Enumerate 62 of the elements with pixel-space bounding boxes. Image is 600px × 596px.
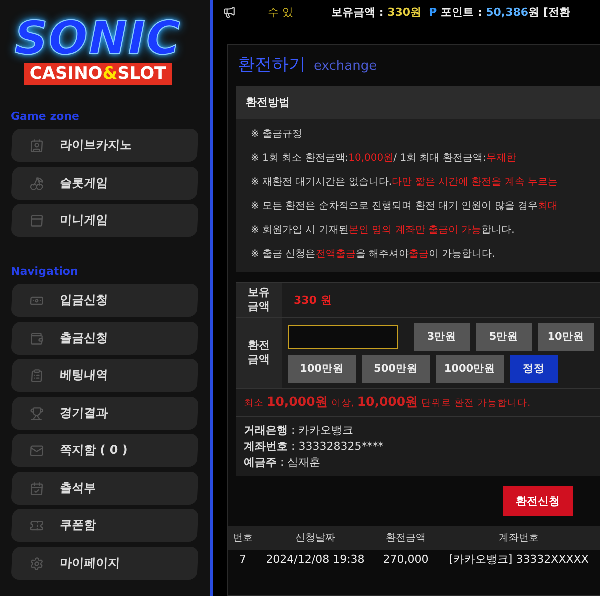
sidebar-item[interactable]: 미니게임 <box>11 204 199 237</box>
sidebar-item[interactable]: 베팅내역 <box>11 359 199 392</box>
amount-button[interactable]: 10만원 <box>538 323 594 351</box>
sidebar-item[interactable]: 슬롯게임 <box>11 166 199 200</box>
cherry-icon <box>30 176 44 190</box>
amount-button[interactable]: 3만원 <box>414 323 470 351</box>
ticket-icon <box>30 518 44 532</box>
amount-button[interactable]: 5만원 <box>476 323 532 351</box>
megaphone-icon <box>223 6 236 18</box>
mail-icon <box>30 444 44 458</box>
sidebar-item[interactable]: 출금신청 <box>11 322 199 354</box>
page-title: 환전하기 <box>238 54 306 76</box>
table-cell-text: 2024/12/08 19:38 <box>265 552 366 566</box>
logo-title: SONIC <box>14 15 182 61</box>
calendar-icon <box>30 481 44 495</box>
amount-button[interactable]: 1000만원 <box>436 355 504 383</box>
bank-info: 거래은행 : 카카오뱅크 <box>244 423 355 438</box>
rule-text: ※ 재환전 대기시간은 없습니다.다만 짧은 시간에 환전을 계속 누르는 <box>250 176 559 190</box>
rule-text: ※ 모든 환전은 순차적으로 진행되며 환전 대기 인원이 많을 경우최대 <box>250 200 559 214</box>
point-info: ₱ 포인트 : 50,386원 [전환 <box>430 4 570 20</box>
sidebar-item[interactable]: 출석부 <box>11 472 199 504</box>
marquee-text: 수 있 <box>268 4 294 20</box>
field-label: 환전 금액 <box>236 318 282 388</box>
trophy-icon <box>30 406 44 420</box>
field-label: 보유 금액 <box>236 283 282 317</box>
balance-info: 보유금액 : 330원 <box>332 4 422 20</box>
column-header: 신청날짜 <box>294 532 336 545</box>
sidebar-heading: Game zone <box>10 109 80 125</box>
logo-subtitle: CASINO&SLOT <box>24 63 172 85</box>
table-cell-text: 7 <box>238 552 248 566</box>
notice-text: 최소 10,000원 이상, 10,000원 단위로 환전 가능합니다. <box>236 389 600 417</box>
card-icon <box>30 138 44 152</box>
table-cell-text: 270,000 <box>382 552 430 566</box>
page-subtitle: exchange <box>314 59 378 74</box>
sidebar-item[interactable]: 마이페이지 <box>11 546 199 580</box>
wallet-icon <box>30 331 44 345</box>
rule-text: ※ 출금 신청은전액출금을 해주셔야출금이 가능합니다. <box>250 248 496 262</box>
panel-icon <box>30 214 44 228</box>
column-header: 계좌번호 <box>498 532 540 545</box>
sidebar-item[interactable]: 입금신청 <box>11 284 199 317</box>
sidebar-item[interactable]: 쪽지함 ( 0 ) <box>11 434 199 467</box>
settings-icon <box>30 556 44 570</box>
clipboard-icon <box>30 368 44 382</box>
sidebar-heading: Navigation <box>10 264 80 280</box>
column-header: 환전금액 <box>385 532 427 545</box>
bank-info: 계좌번호 : 333328325**** <box>244 439 385 454</box>
amount-button[interactable]: 500만원 <box>362 355 430 383</box>
amount-input[interactable] <box>288 325 398 349</box>
reset-button[interactable]: 정정 <box>510 355 558 383</box>
rules-heading: 환전방법 <box>236 86 600 119</box>
bank-info: 예금주 : 심재훈 <box>244 455 322 470</box>
column-header: 번호 <box>232 532 254 545</box>
sidebar-item[interactable]: 경기결과 <box>11 396 199 430</box>
sidebar-item[interactable]: 쿠폰함 <box>11 509 199 542</box>
balance-value: 330 원 <box>293 292 332 308</box>
rule-text: ※ 출금규정 <box>250 128 304 142</box>
amount-button[interactable]: 100만원 <box>288 355 356 383</box>
exchange-submit-button[interactable]: 환전신청 <box>503 486 573 516</box>
table-cell-text: [카카오뱅크] 33332XXXXX <box>448 552 590 566</box>
rule-text: ※ 회원가입 시 기재된본인 명의 계좌만 출금이 가능합니다. <box>250 224 516 238</box>
sidebar-item[interactable]: 라이브카지노 <box>11 129 199 162</box>
rule-text: ※ 1회 최소 환전금액:10,000원/ 1회 최대 환전금액:무제한 <box>250 152 518 166</box>
